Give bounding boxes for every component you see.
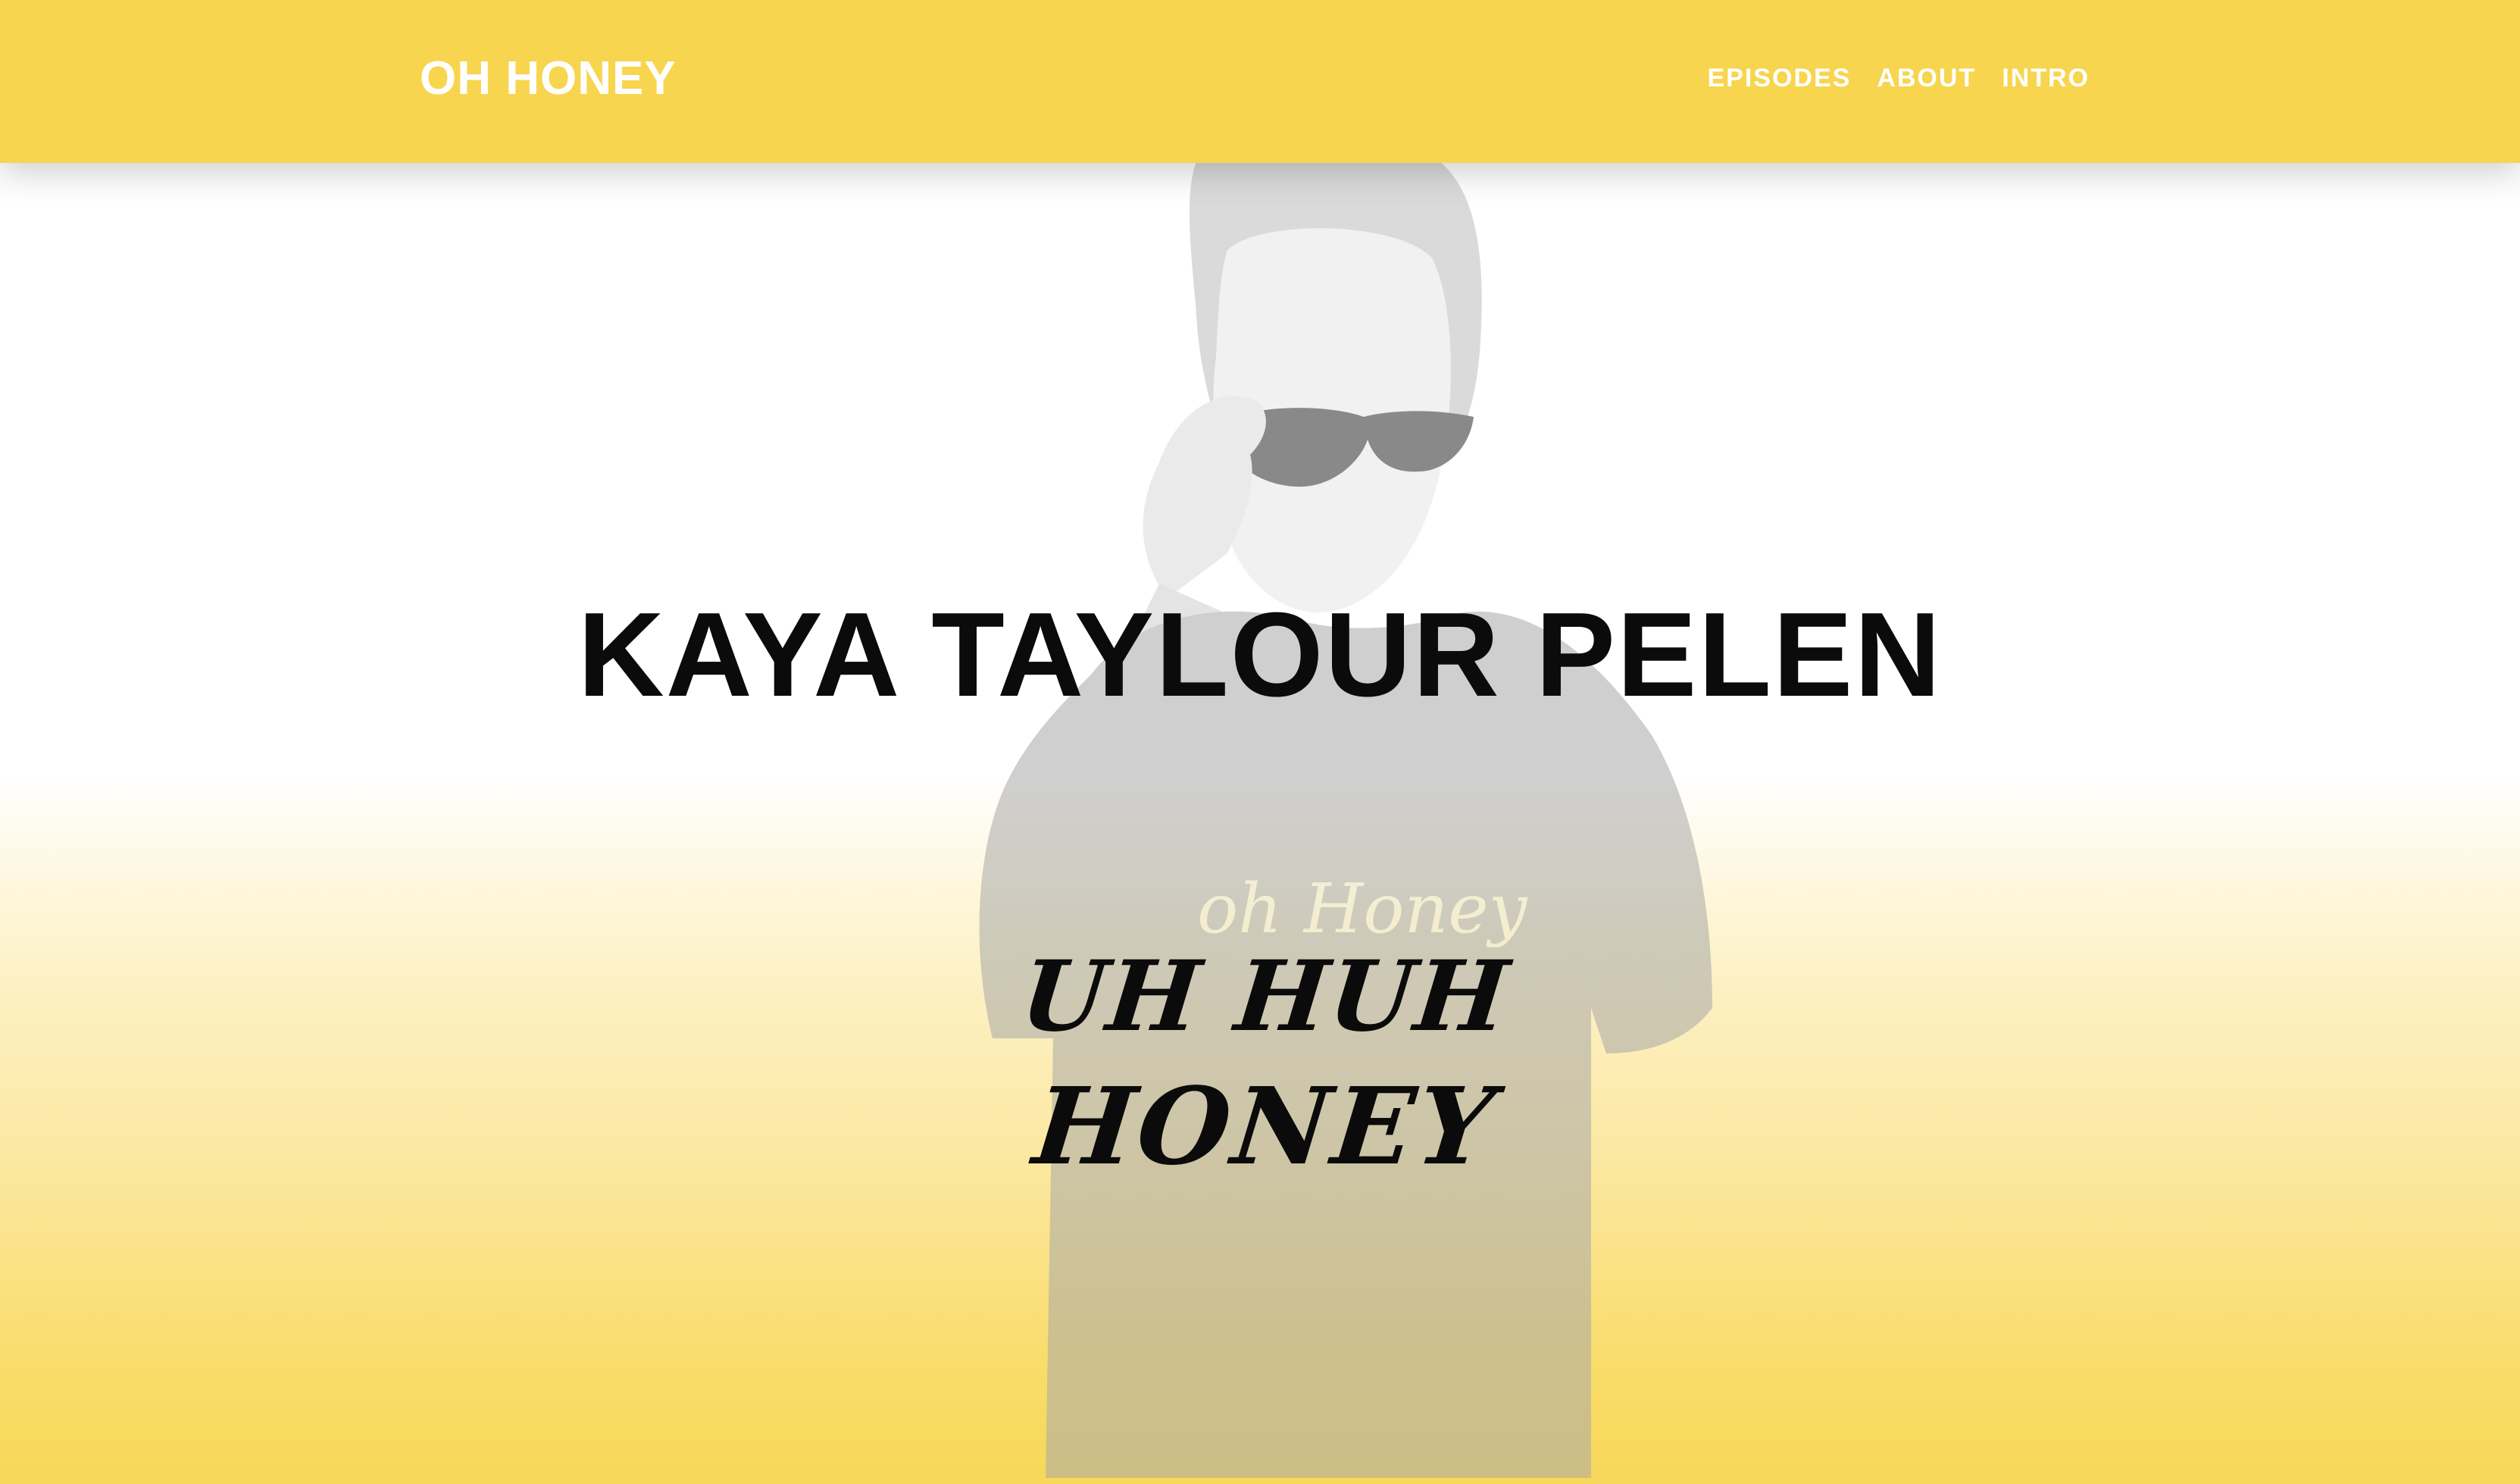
- nav-links: EPISODES ABOUT INTRO: [1707, 64, 2090, 93]
- uh-huh-honey-logo: UH HUH HONEY: [1008, 940, 1523, 1198]
- page: oh Honey KAYA TAYLOUR PELEN UH HUH HONEY…: [0, 0, 2520, 1484]
- logo-line-2: HONEY: [1027, 1065, 1503, 1189]
- top-navbar: OH HONEY EPISODES ABOUT INTRO: [0, 0, 2520, 163]
- hero-portrait-image: oh Honey: [979, 137, 1712, 1478]
- hero-title: KAYA TAYLOUR PELEN: [577, 587, 1943, 722]
- nav-link-episodes[interactable]: EPISODES: [1707, 64, 1851, 93]
- nav-link-intro[interactable]: INTRO: [2002, 64, 2090, 93]
- shirt-signature-text: oh Honey: [1197, 869, 1528, 949]
- brand-logo-link[interactable]: OH HONEY: [420, 52, 677, 105]
- logo-line-1: UH HUH: [1015, 940, 1515, 1054]
- nav-link-about[interactable]: ABOUT: [1877, 64, 1976, 93]
- hero-section: oh Honey KAYA TAYLOUR PELEN UH HUH HONEY: [0, 0, 2520, 1484]
